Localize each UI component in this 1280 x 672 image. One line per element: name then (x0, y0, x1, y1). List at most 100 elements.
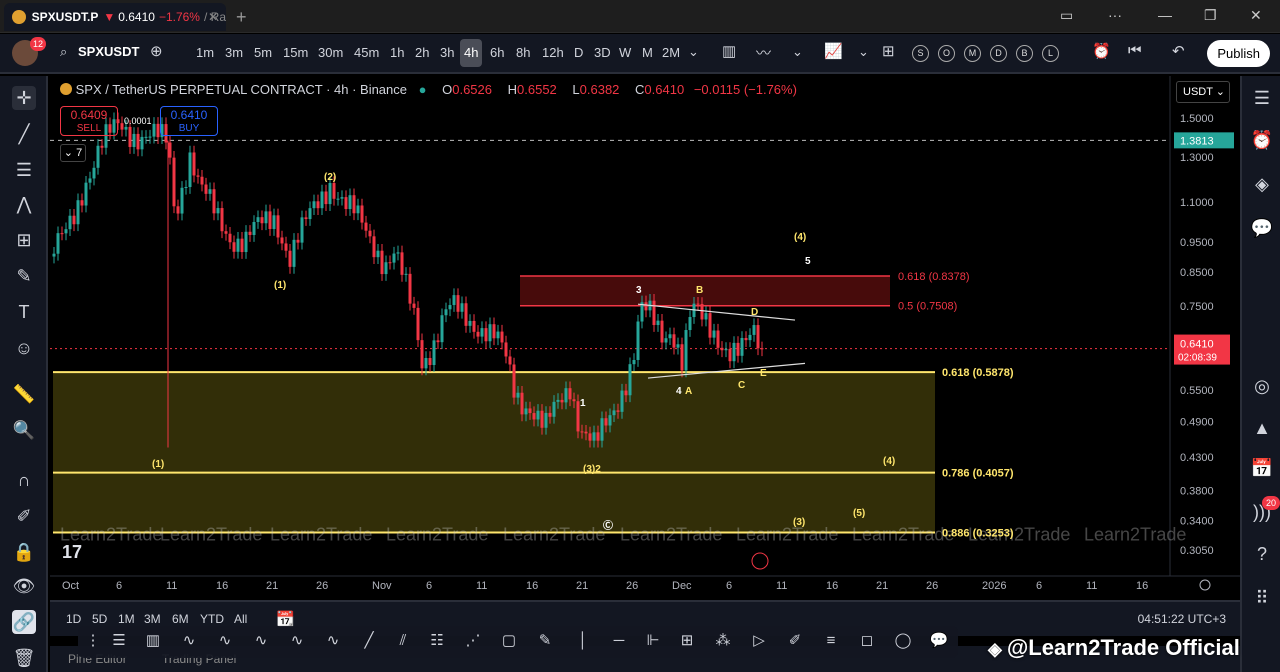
tab-close-icon[interactable]: ✕ (208, 10, 218, 24)
wave-abc-icon[interactable]: ∿ (250, 630, 272, 652)
pattern-icon[interactable]: ⋀ (12, 192, 36, 216)
undo-icon[interactable]: ↶ (1172, 42, 1185, 60)
link-icon[interactable]: 🔗 (12, 610, 36, 634)
publish-button[interactable]: Publish (1207, 40, 1270, 67)
timeframe-3m[interactable]: 3m (221, 39, 247, 67)
calendar-icon[interactable]: 📅 (1250, 456, 1274, 480)
chart-pane[interactable]: Learn2Trade Learn2Trade Learn2Trade Learn2T… (50, 76, 1240, 596)
brush-icon[interactable]: ✎ (12, 264, 36, 288)
alerts-icon[interactable]: ⏰ (1250, 128, 1274, 152)
timeframe-15m[interactable]: 15m (279, 39, 312, 67)
horizontal-lines-icon[interactable]: ☰ (12, 158, 36, 182)
currency-select[interactable]: USDT ⌄ (1176, 81, 1230, 103)
timeframe-12h[interactable]: 12h (538, 39, 568, 67)
emoji-icon[interactable]: ☺ (12, 336, 36, 360)
vertical-line-icon[interactable]: │ (572, 630, 594, 652)
clock[interactable]: 04:51:22 UTC+3 (1138, 612, 1226, 626)
play-icon[interactable]: ▷ (748, 630, 770, 652)
indicator-collapse-button[interactable]: ⌄ 7 (60, 144, 86, 162)
target-icon[interactable]: ◎ (1250, 374, 1274, 398)
trend-line-icon[interactable]: ╱ (358, 630, 380, 652)
pyramid-icon[interactable]: ▲ (1250, 416, 1274, 440)
help-icon[interactable]: ? (1250, 542, 1274, 566)
timeframe-1h[interactable]: 1h (386, 39, 408, 67)
layout-icon[interactable]: ▭ (1060, 7, 1073, 24)
zoom-icon[interactable]: 🔍 (12, 418, 36, 442)
wave-wxyxz-icon[interactable]: ∿ (322, 630, 344, 652)
line-chart-icon[interactable]: 〰 (756, 42, 771, 63)
bars-icon[interactable]: ▥ (142, 630, 164, 652)
trend-line-icon[interactable]: ╱ (12, 122, 36, 146)
replay-icon[interactable]: ⏮ (1128, 42, 1142, 59)
layouts-icon[interactable]: ⊞ (882, 42, 895, 60)
levels-icon[interactable]: ≡ (820, 630, 842, 652)
close-window-button[interactable]: ✕ (1250, 7, 1262, 24)
timeframe-30m[interactable]: 30m (314, 39, 347, 67)
watchlist-icon[interactable]: ☰ (1250, 86, 1274, 110)
chevron-down-icon[interactable]: ⌄ (688, 44, 699, 60)
range-1m[interactable]: 1M (118, 612, 135, 626)
timeframe-6h[interactable]: 6h (486, 39, 508, 67)
callout-icon[interactable]: ◻ (856, 630, 878, 652)
range-3m[interactable]: 3M (144, 612, 161, 626)
search-icon[interactable]: ⌕ (60, 44, 67, 60)
circle-button-s[interactable]: S (912, 45, 929, 62)
wave-12345-icon[interactable]: ∿ (178, 630, 200, 652)
minimize-button[interactable]: — (1158, 7, 1172, 23)
chevron-down-icon[interactable]: ⌄ (792, 44, 803, 60)
buy-button[interactable]: 0.6410 BUY (160, 106, 218, 136)
parallel-channel-icon[interactable]: ⫽ (392, 630, 414, 652)
timeframe-W[interactable]: W (615, 39, 635, 67)
timeframe-M[interactable]: M (638, 39, 657, 67)
maximize-button[interactable]: ❐ (1204, 7, 1217, 24)
magnet-icon[interactable]: ∩ (12, 468, 36, 492)
alert-clock-icon[interactable]: ⏰ (1092, 42, 1111, 60)
timeframe-2M[interactable]: 2M (658, 39, 684, 67)
compare-add-icon[interactable]: ⊕ (150, 42, 163, 60)
grid-icon[interactable]: ⊞ (676, 630, 698, 652)
fib-retracement-icon[interactable]: ☷ (426, 630, 448, 652)
browser-tab[interactable]: SPXUSDT.P ▼ 0.6410 −1.76% / Ra ✕ (4, 3, 226, 31)
wave-abcde-icon[interactable]: ∿ (214, 630, 236, 652)
candles-icon[interactable]: ▥ (722, 42, 736, 60)
symbol-search[interactable]: SPXUSDT (78, 44, 139, 59)
timeframe-5m[interactable]: 5m (250, 39, 276, 67)
circle-button-b[interactable]: B (1016, 45, 1033, 62)
new-tab-button[interactable]: + (236, 7, 247, 28)
chat-icon[interactable]: 💬 (1250, 216, 1274, 240)
lines-icon[interactable]: ☰ (108, 630, 130, 652)
timeframe-3D[interactable]: 3D (590, 39, 615, 67)
chevron-down-icon[interactable]: ⌄ (858, 44, 869, 60)
timeframe-2h[interactable]: 2h (411, 39, 433, 67)
circle-button-o[interactable]: O (938, 45, 955, 62)
range-all[interactable]: All (234, 612, 247, 626)
long-position-icon[interactable]: ⊩ (642, 630, 664, 652)
brush-icon[interactable]: ✎ (534, 630, 556, 652)
timeframe-4h[interactable]: 4h (460, 39, 483, 67)
fib-icon[interactable]: ⊞ (12, 228, 36, 252)
comment-icon[interactable]: ◯ (892, 630, 914, 652)
indicators-icon[interactable]: 📈 (824, 42, 843, 60)
more-icon[interactable]: ··· (1108, 7, 1122, 23)
apps-icon[interactable]: ⠿ (1250, 586, 1274, 610)
rectangle-icon[interactable]: ▢ (498, 630, 520, 652)
circle-button-d[interactable]: D (990, 45, 1007, 62)
range-1d[interactable]: 1D (66, 612, 81, 626)
note-icon[interactable]: 💬 (928, 630, 950, 652)
range-ytd[interactable]: YTD (200, 612, 224, 626)
text-icon[interactable]: T (12, 300, 36, 324)
lock-drawing-icon[interactable]: ✐ (12, 504, 36, 528)
circle-button-m[interactable]: M (964, 45, 981, 62)
eye-icon[interactable]: 👁 (12, 574, 36, 598)
trash-icon[interactable]: 🗑 (12, 646, 36, 670)
lock-icon[interactable]: 🔒 (12, 540, 36, 564)
nodes-icon[interactable]: ⁂ (712, 630, 734, 652)
sell-button[interactable]: 0.6409 SELL (60, 106, 118, 136)
ruler-icon[interactable]: 📏 (12, 382, 36, 406)
drag-handle-icon[interactable]: ⋮ (82, 630, 104, 652)
pen-icon[interactable]: ✐ (784, 630, 806, 652)
timeframe-1m[interactable]: 1m (192, 39, 218, 67)
path-icon[interactable]: ⋰ (462, 630, 484, 652)
timeframe-3h[interactable]: 3h (436, 39, 458, 67)
circle-button-l[interactable]: L (1042, 45, 1059, 62)
